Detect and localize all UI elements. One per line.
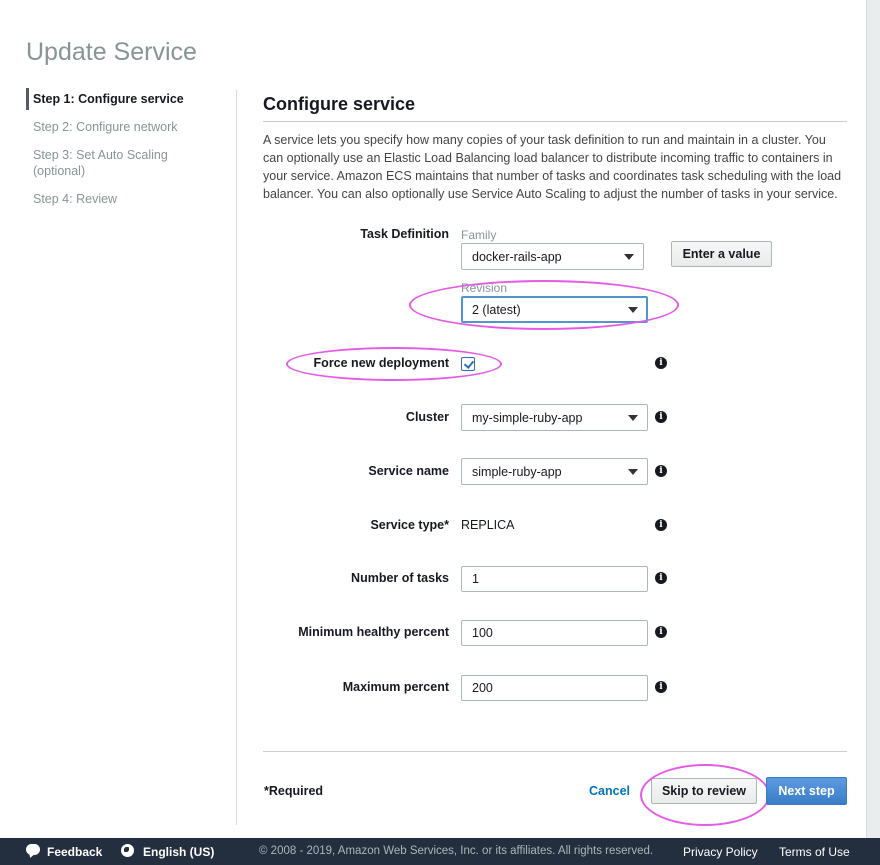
revision-label: Revision — [461, 281, 508, 295]
family-label: Family — [461, 228, 497, 242]
step-review[interactable]: Step 4: Review — [26, 188, 236, 210]
feedback-link[interactable]: Feedback — [47, 845, 102, 859]
service-name-label: Service name — [368, 464, 449, 478]
next-step-button[interactable]: Next step — [766, 777, 847, 805]
force-deployment-checkbox[interactable] — [461, 357, 475, 371]
task-definition-label: Task Definition — [360, 227, 449, 241]
copyright-text: © 2008 - 2019, Amazon Web Services, Inc.… — [259, 845, 654, 857]
chevron-down-icon — [628, 415, 638, 421]
max-percent-label: Maximum percent — [342, 680, 449, 694]
console-footer-bar: Feedback English (US) © 2008 - 2019, Ama… — [0, 838, 880, 865]
revision-select[interactable]: 2 (latest) — [461, 296, 648, 323]
section-description: A service lets you specify how many copi… — [263, 133, 842, 201]
family-select[interactable]: docker-rails-app — [461, 243, 644, 270]
cluster-value: my-simple-ruby-app — [472, 411, 583, 425]
service-name-select[interactable]: simple-ruby-app — [461, 458, 648, 485]
number-of-tasks-label: Number of tasks — [351, 571, 449, 585]
window-edge — [866, 0, 880, 838]
info-icon[interactable]: i — [655, 465, 667, 477]
info-icon[interactable]: i — [655, 626, 667, 638]
feedback-icon — [26, 844, 40, 855]
max-percent-input[interactable]: 200 — [461, 675, 648, 701]
min-healthy-percent-input[interactable]: 100 — [461, 620, 648, 646]
info-icon[interactable]: i — [655, 411, 667, 423]
cancel-link[interactable]: Cancel — [589, 784, 630, 798]
footer-divider — [263, 751, 847, 752]
step-auto-scaling[interactable]: Step 3: Set Auto Scaling (optional) — [26, 144, 176, 182]
enter-value-button[interactable]: Enter a value — [671, 241, 772, 267]
section-divider — [263, 121, 847, 122]
force-deployment-label: Force new deployment — [313, 356, 449, 370]
info-icon[interactable]: i — [655, 681, 667, 693]
service-type-value: REPLICA — [461, 518, 515, 532]
service-type-label: Service type* — [370, 518, 449, 532]
step-configure-service[interactable]: Step 1: Configure service — [26, 88, 236, 110]
cluster-select[interactable]: my-simple-ruby-app — [461, 404, 648, 431]
update-service-wizard: Update Service Step 1: Configure service… — [0, 0, 880, 865]
terms-of-use-link[interactable]: Terms of Use — [779, 845, 850, 859]
chevron-down-icon — [624, 254, 634, 260]
chevron-down-icon — [628, 469, 638, 475]
revision-value: 2 (latest) — [472, 303, 521, 317]
required-note: *Required — [264, 784, 324, 798]
section-title: Configure service — [263, 94, 416, 114]
info-icon[interactable]: i — [655, 572, 667, 584]
cluster-label: Cluster — [405, 410, 449, 424]
service-name-value: simple-ruby-app — [472, 465, 562, 479]
chevron-down-icon — [628, 307, 638, 313]
info-icon[interactable]: i — [655, 357, 667, 369]
language-selector[interactable]: English (US) — [143, 845, 214, 859]
family-value: docker-rails-app — [472, 250, 562, 264]
skip-to-review-button[interactable]: Skip to review — [651, 778, 757, 804]
number-of-tasks-input[interactable]: 1 — [461, 566, 648, 592]
step-configure-network[interactable]: Step 2: Configure network — [26, 116, 236, 138]
privacy-policy-link[interactable]: Privacy Policy — [683, 845, 758, 859]
wizard-steps: Step 1: Configure service Step 2: Config… — [26, 88, 236, 216]
page-title: Update Service — [26, 38, 197, 66]
min-healthy-percent-label: Minimum healthy percent — [298, 625, 449, 639]
globe-icon — [121, 844, 134, 857]
steps-divider — [236, 90, 237, 825]
info-icon[interactable]: i — [655, 519, 667, 531]
